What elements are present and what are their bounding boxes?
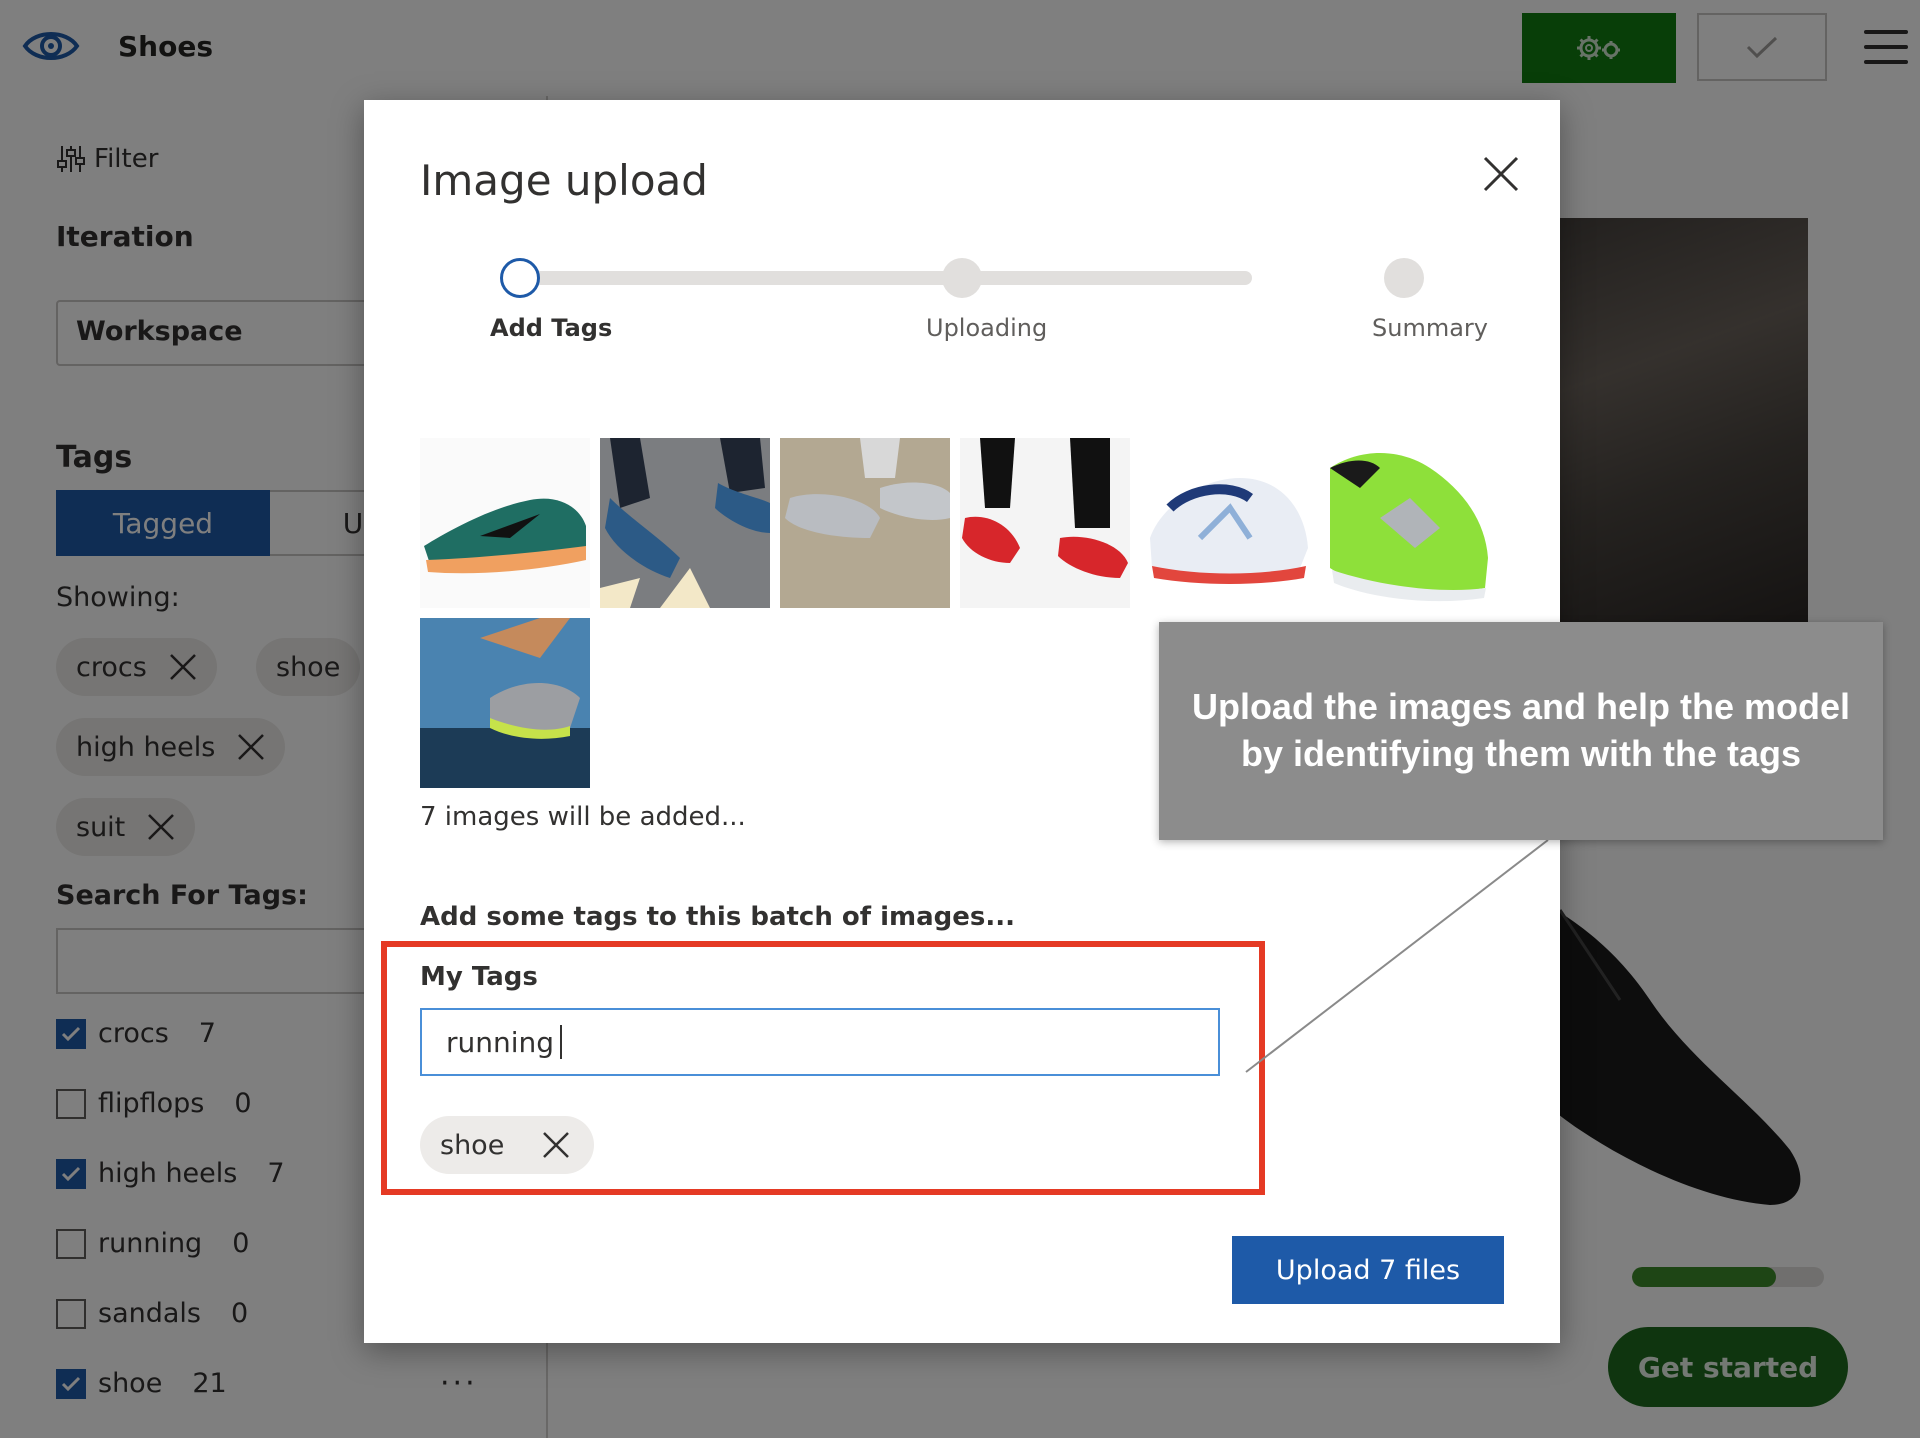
image-thumbnail xyxy=(1140,438,1310,608)
step-label-add-tags: Add Tags xyxy=(490,314,613,342)
image-thumbnail xyxy=(420,618,590,788)
stepper-track xyxy=(520,271,1252,285)
image-thumbnail xyxy=(420,438,590,608)
step-label-summary: Summary xyxy=(1372,314,1488,342)
callout-text: Upload the images and help the model by … xyxy=(1191,686,1851,774)
image-thumbnail xyxy=(1320,438,1490,608)
step-dot-add-tags xyxy=(500,258,540,298)
step-label-uploading: Uploading xyxy=(926,314,1048,342)
image-thumbnail xyxy=(960,438,1130,608)
images-count-note: 7 images will be added... xyxy=(420,802,746,832)
step-dot-uploading xyxy=(942,258,982,298)
annotation-highlight-box xyxy=(381,941,1265,1195)
upload-files-button[interactable]: Upload 7 files xyxy=(1232,1236,1504,1304)
image-thumbnail xyxy=(600,438,770,608)
step-dot-summary xyxy=(1384,258,1424,298)
upload-stepper: Add Tags Uploading Summary xyxy=(364,258,1560,342)
close-icon[interactable] xyxy=(1481,154,1521,194)
dialog-title: Image upload xyxy=(420,156,708,205)
annotation-callout: Upload the images and help the model by … xyxy=(1159,622,1883,840)
image-thumbnail xyxy=(780,438,950,608)
batch-tags-heading: Add some tags to this batch of images... xyxy=(420,902,1016,932)
